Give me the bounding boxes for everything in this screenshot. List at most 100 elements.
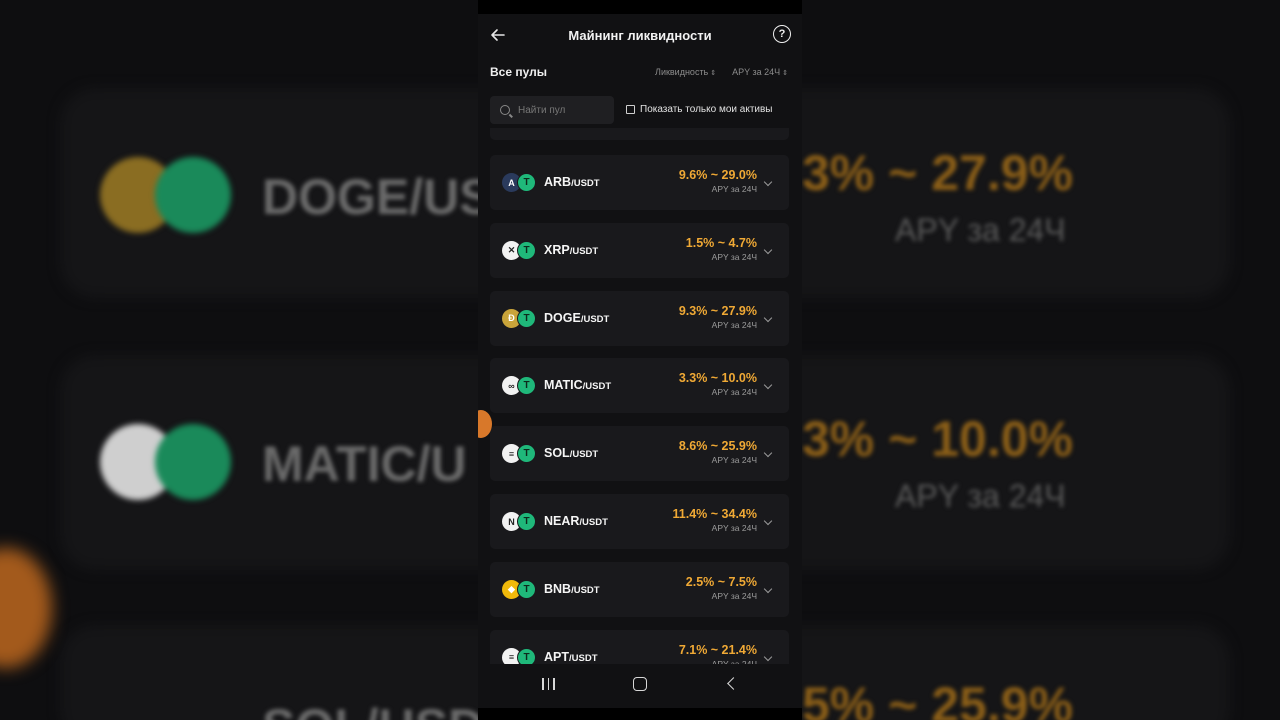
pool-base: ARB (544, 175, 572, 189)
chevron-down-icon[interactable] (763, 652, 773, 661)
pair-icons: ≡ T (502, 444, 536, 464)
apy-range: 9.6% ~ 29.0% (678, 168, 757, 182)
pool-row-apt[interactable]: ≡ T APT/USDT 7.1% ~ 21.4% APY за 24Ч (490, 629, 789, 668)
pair-icons: N T (502, 512, 536, 532)
back-arrow-icon[interactable] (488, 25, 508, 45)
pool-pair: DOGE/USDT (544, 311, 609, 325)
pool-quote: /USDT (569, 652, 598, 664)
pool-filter-bar: Все пулы Ликвидность ⇕ APY за 24Ч ⇕ (490, 62, 788, 82)
apy-label: APY за 24Ч (711, 523, 757, 533)
apy-range: 9.3% ~ 27.9% (678, 303, 757, 318)
bottom-bar (478, 708, 802, 720)
pool-apy: 11.4% ~ 34.4% APY за 24Ч (673, 507, 757, 533)
my-assets-label: Показать только мои активы (640, 104, 773, 115)
pool-row-bnb[interactable]: ◆ T BNB/USDT 2.5% ~ 7.5% APY за 24Ч (490, 561, 789, 617)
bg-usdt-icon (155, 424, 231, 500)
bg-apy-label: APY за 24Ч (895, 478, 1066, 514)
my-assets-checkbox[interactable] (626, 105, 635, 114)
pool-pair: ARB/USDT (544, 175, 600, 189)
sort-arrow-icon: ⇕ (710, 70, 717, 77)
bg-pair-text: DOGE/US (262, 169, 493, 225)
pool-pair: APT/USDT (544, 650, 598, 664)
chevron-down-icon[interactable] (763, 381, 773, 390)
pair-icons: ∞ T (502, 376, 536, 396)
pair-icons: ◆ T (502, 579, 536, 600)
pool-base: SOL (544, 446, 570, 461)
sort-arrow-icon: ⇕ (782, 70, 788, 77)
pool-row-doge[interactable]: Ð T DOGE/USDT 9.3% ~ 27.9% APY за 24Ч (490, 290, 789, 346)
chevron-down-icon[interactable] (763, 245, 773, 255)
bg-pair-text: SOL/USD (262, 698, 484, 720)
pool-apy: 1.5% ~ 4.7% APY за 24Ч (686, 236, 757, 262)
pool-row-xrp[interactable]: ✕ T XRP/USDT 1.5% ~ 4.7% APY за 24Ч (490, 222, 789, 278)
pool-base: DOGE (544, 310, 581, 325)
usdt-icon: T (517, 512, 536, 531)
chevron-down-icon[interactable] (763, 516, 773, 526)
recent-apps-icon[interactable] (542, 678, 555, 690)
chevron-down-icon[interactable] (763, 177, 773, 187)
bg-glow (0, 548, 52, 668)
apy-range: 11.4% ~ 34.4% (672, 507, 757, 521)
chevron-down-icon[interactable] (763, 448, 773, 458)
pool-quote: /USDT (569, 449, 599, 461)
apy-label: APY за 24Ч (711, 455, 757, 466)
apy-label: APY за 24Ч (711, 387, 757, 398)
bg-apy-text: 3% ~ 27.9% (802, 145, 1074, 201)
apy-range: 3.3% ~ 10.0% (678, 371, 757, 386)
sort-apy-button[interactable]: APY за 24Ч ⇕ (732, 67, 788, 77)
pool-pair: MATIC/USDT (544, 378, 611, 392)
search-icon (500, 105, 510, 115)
bg-usdt-icon (155, 157, 231, 233)
usdt-icon: T (517, 376, 536, 396)
help-icon[interactable]: ? (773, 25, 791, 43)
pool-apy: 9.3% ~ 27.9% APY за 24Ч (679, 304, 757, 330)
pool-base: MATIC (544, 378, 583, 393)
app-header: Майнинг ликвидности ? (478, 14, 802, 56)
home-icon[interactable] (633, 677, 647, 691)
system-nav-bar (478, 664, 802, 708)
pair-icons: Ð T (502, 308, 536, 329)
bg-apy-text: 5% ~ 25.9% (802, 677, 1074, 720)
usdt-icon: T (517, 579, 536, 599)
pool-base: XRP (544, 242, 570, 257)
usdt-icon: T (517, 240, 536, 260)
pool-quote: /USDT (580, 313, 610, 325)
search-input[interactable] (518, 104, 608, 116)
pool-row-matic[interactable]: ∞ T MATIC/USDT 3.3% ~ 10.0% APY за 24Ч (490, 358, 789, 414)
chevron-down-icon[interactable] (763, 313, 773, 322)
phone-screen: Майнинг ликвидности ? Все пулы Ликвиднос… (478, 0, 802, 720)
pool-apy: 2.5% ~ 7.5% APY за 24Ч (686, 575, 757, 601)
apy-label: APY за 24Ч (711, 319, 757, 330)
pool-apy: 8.6% ~ 25.9% APY за 24Ч (679, 439, 757, 465)
pair-icons: A T (502, 173, 536, 193)
list-item-partial (490, 128, 789, 140)
usdt-icon: T (517, 308, 536, 328)
status-bar (478, 0, 802, 14)
pair-icons: ✕ T (502, 240, 536, 261)
search-box[interactable] (490, 96, 614, 124)
pool-row-arb[interactable]: A T ARB/USDT 9.6% ~ 29.0% APY за 24Ч (490, 155, 789, 210)
pool-quote: /USDT (582, 381, 612, 393)
sort-liquidity-button[interactable]: Ликвидность ⇕ (655, 67, 716, 77)
pool-quote: /USDT (579, 517, 608, 528)
apy-range: 2.5% ~ 7.5% (685, 574, 757, 589)
pool-pair: NEAR/USDT (544, 514, 608, 528)
pool-base: APT (544, 649, 569, 664)
bg-pair-text: MATIC/U (262, 436, 467, 492)
chevron-down-icon[interactable] (763, 584, 773, 594)
pool-quote: /USDT (571, 178, 600, 189)
apy-range: 1.5% ~ 4.7% (685, 235, 757, 250)
nav-back-icon[interactable] (727, 677, 740, 690)
pool-row-sol[interactable]: ≡ T SOL/USDT 8.6% ~ 25.9% APY за 24Ч (490, 426, 789, 482)
pool-pair: SOL/USDT (544, 446, 598, 460)
pool-list: A T ARB/USDT 9.6% ~ 29.0% APY за 24Ч ✕ T… (490, 128, 789, 668)
apy-label: APY за 24Ч (711, 590, 757, 601)
pool-quote: /USDT (569, 245, 599, 257)
pool-row-near[interactable]: N T NEAR/USDT 11.4% ~ 34.4% APY за 24Ч (490, 494, 789, 549)
bg-apy-text: 3% ~ 10.0% (802, 411, 1074, 467)
usdt-icon: T (517, 444, 536, 464)
pool-base: NEAR (544, 514, 580, 528)
pool-pair: XRP/USDT (544, 243, 598, 257)
my-assets-toggle[interactable]: Показать только мои активы (626, 104, 773, 115)
apy-label: APY за 24Ч (711, 184, 757, 194)
